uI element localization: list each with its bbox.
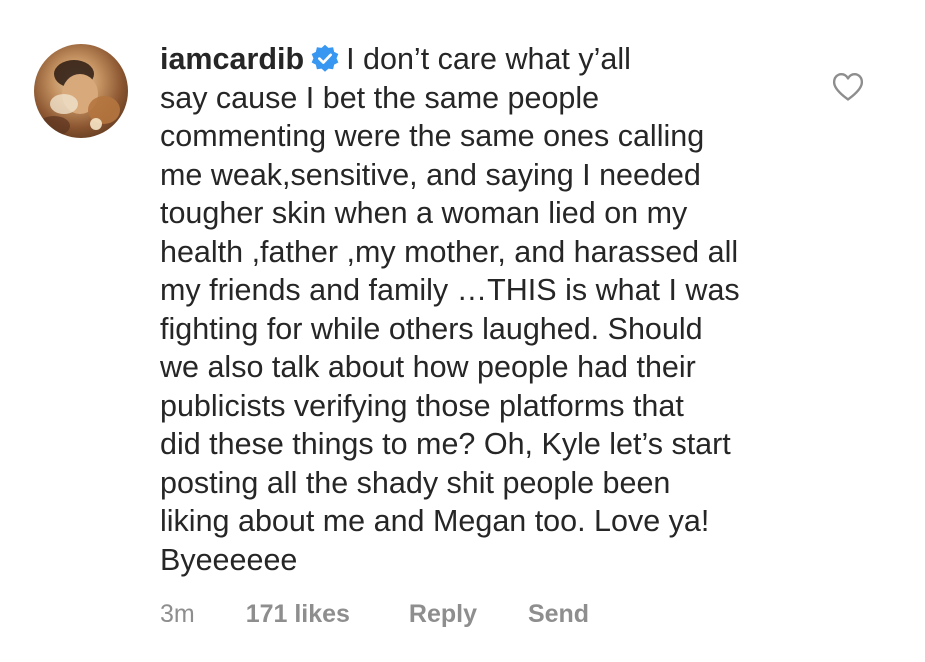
reply-button[interactable]: Reply [409, 596, 477, 632]
comment-meta: 3m 171 likes Reply Send [160, 596, 589, 632]
avatar[interactable] [34, 44, 128, 138]
comment-line: Byeeeeee [160, 542, 298, 577]
comment-line: publicists verifying those platforms tha… [160, 388, 684, 423]
comment-timestamp: 3m [160, 600, 195, 628]
comment-text: iamcardib I don’t care what y’all say ca… [160, 40, 800, 579]
send-button[interactable]: Send [528, 596, 589, 632]
avatar-image [38, 60, 120, 136]
comment-line: commenting were the same ones calling [160, 119, 705, 153]
comment-line: me weak,sensitive, and saying I needed [160, 157, 701, 192]
comment-line: liking about me and Megan too. Love ya! [160, 504, 710, 538]
comment: iamcardib I don’t care what y’all say ca… [0, 0, 925, 662]
comment-line: say cause I bet the same people [160, 80, 600, 115]
likes-count-link[interactable]: 171 likes [246, 596, 350, 632]
comment-line: we also talk about how people had their [160, 350, 696, 384]
comment-line: did these things to me? Oh, Kyle let’s s… [160, 427, 731, 461]
comment-line: tougher skin when a woman lied on my [160, 196, 688, 230]
comment-line: fighting for while others laughed. Shoul… [160, 311, 703, 346]
heart-outline-icon[interactable] [832, 72, 864, 102]
comment-line: posting all the shady shit people been [160, 465, 671, 500]
comment-line: health ,father ,my mother, and harassed … [160, 234, 739, 269]
comment-first-line: iamcardib I don’t care what y’all [160, 40, 800, 79]
username-link[interactable]: iamcardib [160, 42, 304, 76]
comment-body: iamcardib I don’t care what y’all say ca… [160, 40, 800, 579]
verified-badge-icon [311, 44, 339, 72]
comment-line: I don’t care what y’all [346, 42, 631, 76]
comment-line: my friends and family …THIS is what I wa… [160, 273, 740, 307]
